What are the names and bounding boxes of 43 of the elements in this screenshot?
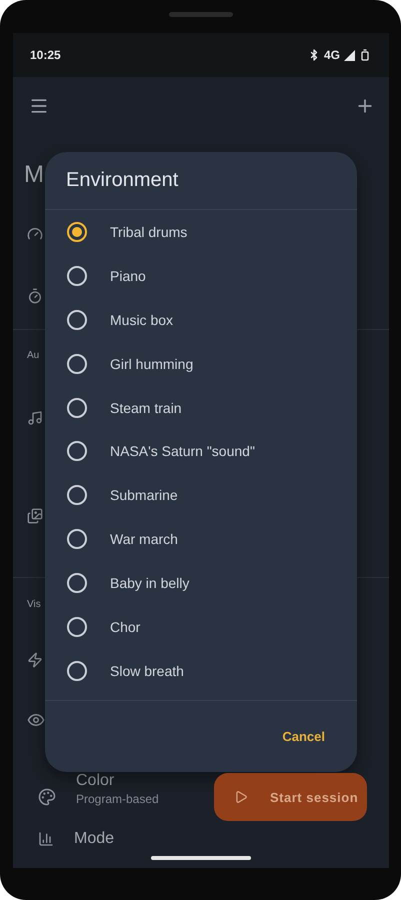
radio-button[interactable] [67,266,87,286]
eye-icon [27,711,45,729]
palette-icon [38,788,56,806]
signal-icon [344,50,355,60]
battery-icon [359,49,371,61]
bars-icon [38,831,54,847]
network-label: 4G [324,48,340,62]
page-title: M [24,161,44,189]
radio-button[interactable] [67,660,87,681]
option-label[interactable]: Girl humming [110,356,194,372]
music-note-icon [27,410,43,426]
gallery-icon [27,508,43,524]
option-label[interactable]: Baby in belly [110,575,190,592]
section-label: Au [27,350,40,360]
option-label[interactable]: Chor [110,618,140,635]
radio-button[interactable] [67,485,87,506]
radio-button[interactable] [67,529,87,550]
setting-subtitle: Program-based [76,792,159,806]
timer-icon [27,288,43,304]
section-label: Vis [27,598,41,610]
option-label[interactable]: Piano [110,268,146,284]
radio-button[interactable] [67,441,87,462]
option-label[interactable]: War march [110,531,178,548]
option-label[interactable]: Music box [110,312,174,328]
radio-button[interactable] [67,398,87,418]
option-label[interactable]: Submarine [110,487,178,504]
option-label[interactable]: NASA's Saturn "sound" [110,443,255,460]
flash-icon [27,652,43,668]
radio-button[interactable] [67,310,87,330]
option-label[interactable]: Slow breath [110,662,184,679]
radio-button[interactable] [67,616,87,637]
status-time: 10:25 [30,48,61,62]
play-icon [234,790,248,804]
gauge-icon [27,226,43,242]
cancel-button[interactable]: Cancel [278,723,329,750]
option-label[interactable]: Tribal drums [110,224,188,240]
radio-button[interactable] [67,222,87,242]
setting-title: Mode [74,830,114,848]
option-label[interactable]: Steam train [110,400,182,416]
radio-button[interactable] [67,354,87,374]
radio-button[interactable] [67,573,87,594]
dialog-title: Environment [66,169,178,192]
setting-title: Color [76,772,116,790]
